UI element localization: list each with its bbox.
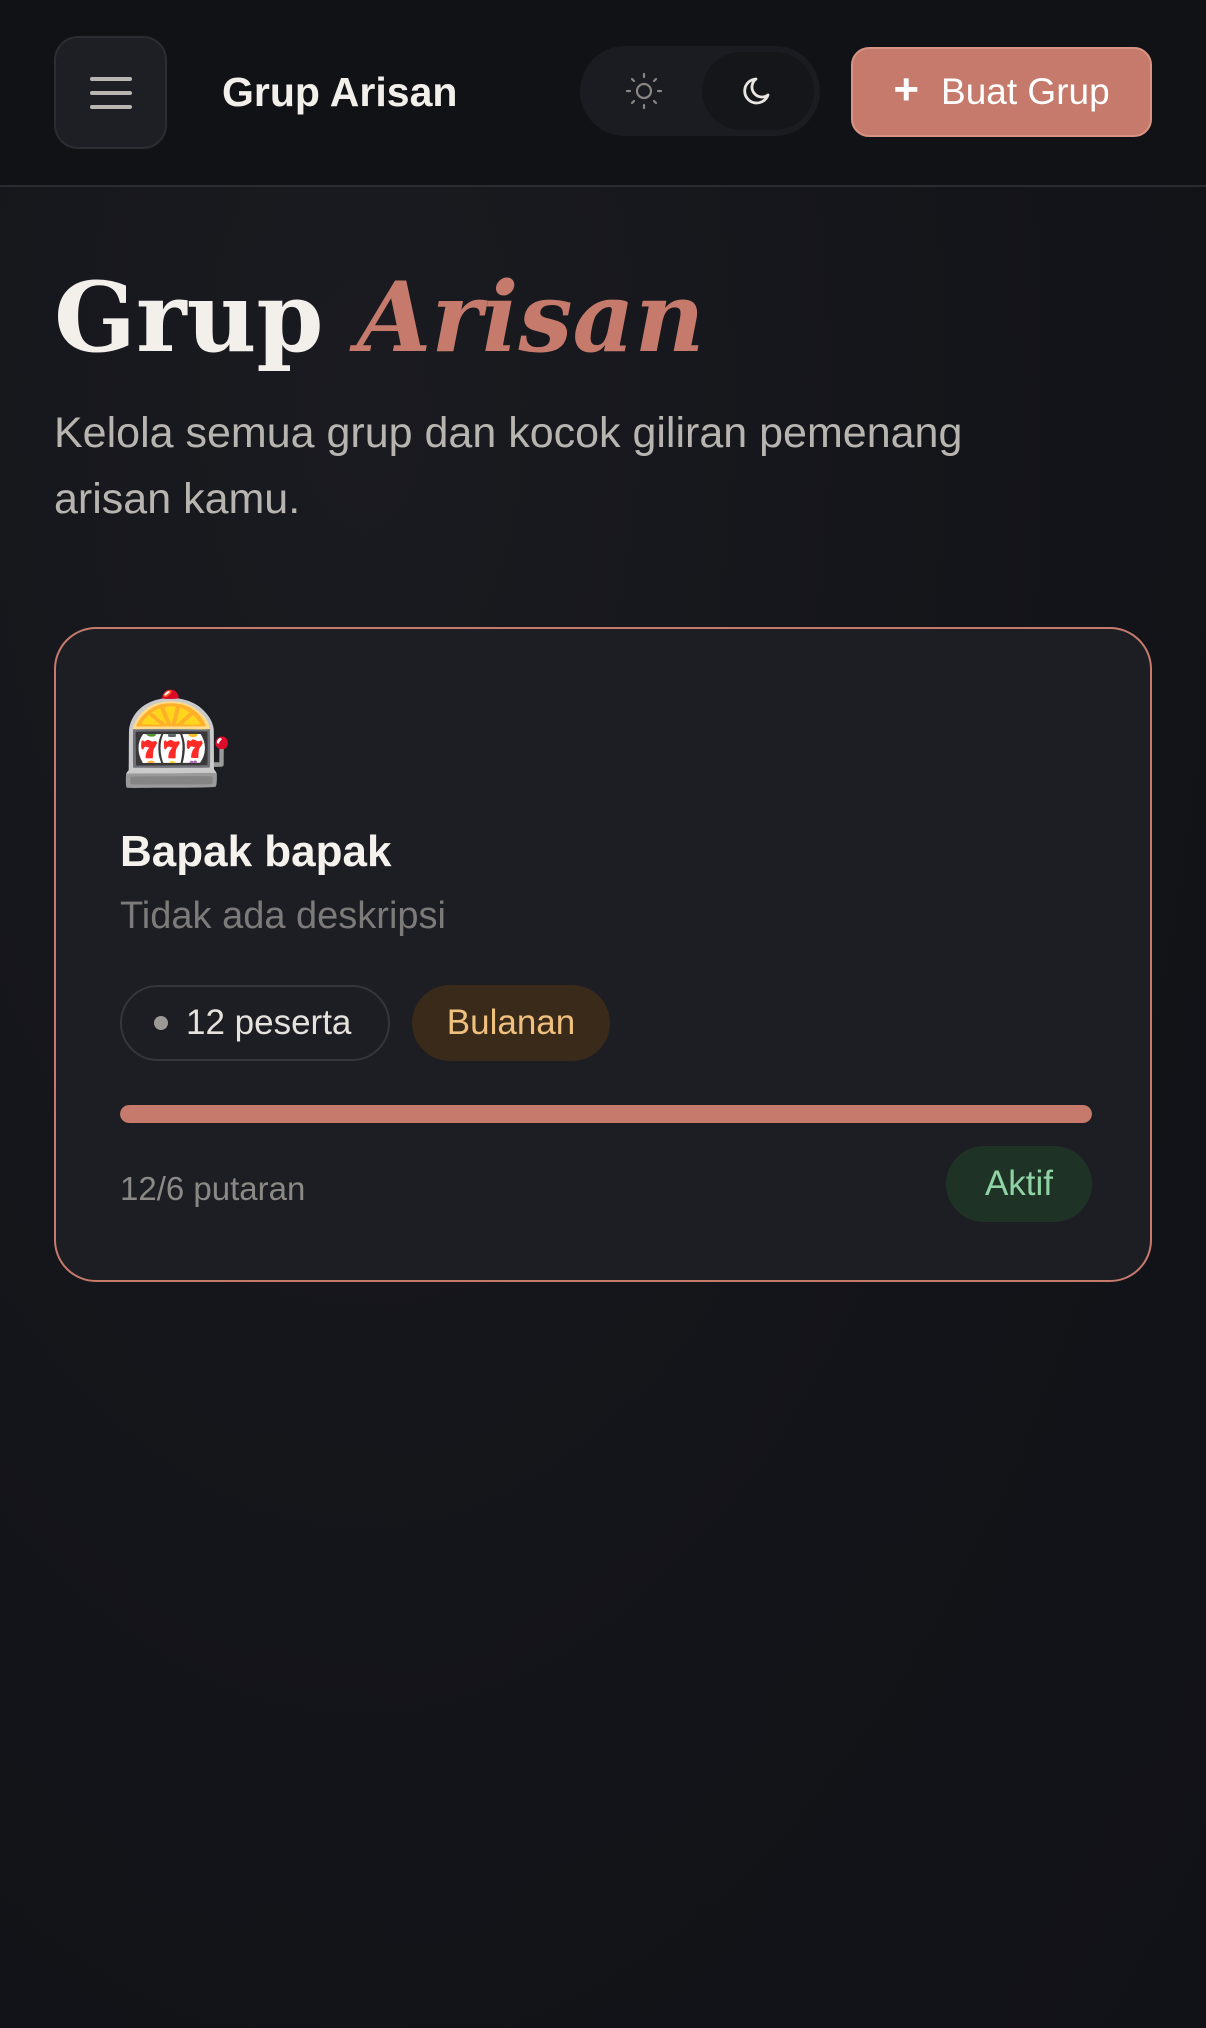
rounds-progress-bar — [120, 1105, 1092, 1123]
page-subtitle: Kelola semua grup dan kocok giliran peme… — [54, 409, 963, 523]
members-chip: 12 peserta — [120, 985, 390, 1061]
moon-icon — [743, 77, 770, 105]
dark-theme-option[interactable] — [702, 52, 814, 130]
menu-button[interactable] — [54, 36, 167, 149]
page-title-accent: Arisan — [356, 261, 705, 374]
hamburger-menu-icon — [89, 76, 132, 109]
theme-toggle[interactable] — [580, 46, 820, 136]
page-title: Grup Arisan — [54, 258, 704, 378]
sun-icon — [625, 72, 663, 110]
light-theme-option[interactable] — [588, 52, 700, 130]
page-title-main: Grup — [54, 261, 324, 374]
group-description: Tidak ada deskripsi — [120, 895, 446, 937]
period-chip: Bulanan — [412, 985, 610, 1061]
dot-icon — [154, 1016, 168, 1030]
plus-icon: + — [893, 65, 920, 114]
create-group-label: Buat Grup — [941, 71, 1110, 112]
slot-machine-icon: 🎰 — [120, 689, 235, 791]
create-group-button[interactable]: + Buat Grup — [851, 47, 1152, 137]
rounds-label: 12/6 putaran — [120, 1170, 306, 1207]
app-title: Grup Arisan — [222, 69, 458, 115]
group-name: Bapak bapak — [120, 827, 392, 876]
status-badge: Aktif — [946, 1146, 1092, 1222]
members-label: 12 peserta — [186, 1003, 352, 1042]
rounds-progress-fill — [120, 1105, 1092, 1123]
top-bar: Grup Arisan + Buat Grup — [0, 0, 1206, 187]
group-card[interactable]: 🎰 Bapak bapak Tidak ada deskripsi 12 pes… — [54, 627, 1152, 1282]
